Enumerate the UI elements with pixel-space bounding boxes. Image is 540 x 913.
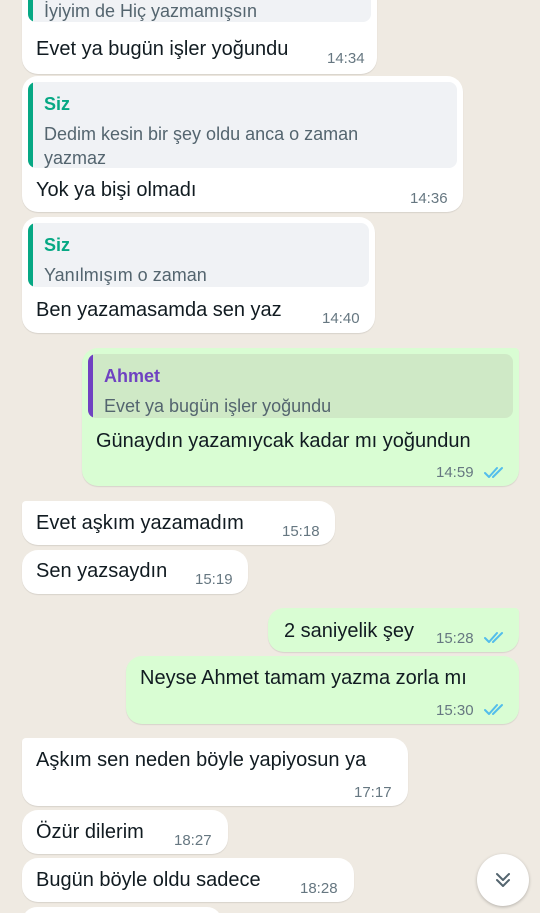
double-check-icon xyxy=(484,467,503,478)
chat-message-list[interactable]: İyiyim de Hiç yazmamışsın Evet ya bugün … xyxy=(0,0,540,913)
message-text: Bugün böyle oldu sadece xyxy=(36,869,261,891)
incoming-message[interactable]: Aşkım sen neden böyle yapiyosun ya 17:17 xyxy=(22,738,408,806)
message-text: Ben yazamasamda sen yaz xyxy=(36,299,282,321)
quote-accent-bar xyxy=(88,354,93,418)
quote-author: Siz xyxy=(44,235,71,255)
incoming-message-partial[interactable] xyxy=(22,907,222,913)
message-time: 15:18 xyxy=(282,523,320,540)
quote-text: Yanılmışım o zaman xyxy=(44,265,207,285)
scroll-to-bottom-button[interactable] xyxy=(477,854,529,906)
message-text: Neyse Ahmet tamam yazma zorla mı xyxy=(140,667,467,689)
double-chevron-down-icon xyxy=(496,873,510,887)
message-text: Sen yazsaydın xyxy=(36,560,168,582)
double-check-icon xyxy=(484,704,503,715)
message-time: 14:40 xyxy=(322,310,360,327)
quoted-message[interactable]: Ahmet Evet ya bugün işler yoğundu xyxy=(88,354,513,418)
incoming-message[interactable]: Evet aşkım yazamadım 15:18 xyxy=(22,501,335,545)
quoted-message[interactable]: Siz Dedim kesin bir şey oldu anca o zama… xyxy=(28,82,457,168)
message-time: 15:19 xyxy=(195,571,233,588)
incoming-message[interactable]: Bugün böyle oldu sadece 18:28 xyxy=(22,858,354,902)
quote-text: İyiyim de Hiç yazmamışsın xyxy=(44,1,258,21)
quote-accent-bar xyxy=(28,82,33,168)
quote-text: Evet ya bugün işler yoğundu xyxy=(104,396,332,416)
outgoing-message[interactable]: Ahmet Evet ya bugün işler yoğundu Günayd… xyxy=(82,348,519,486)
quote-author: Ahmet xyxy=(104,366,161,386)
message-time: 18:27 xyxy=(174,832,212,849)
incoming-message[interactable]: Sen yazsaydın 15:19 xyxy=(22,550,248,594)
message-time: 14:59 xyxy=(436,464,474,481)
incoming-message[interactable]: İyiyim de Hiç yazmamışsın Evet ya bugün … xyxy=(22,0,377,74)
message-text: Günaydın yazamıycak kadar mı yoğundun xyxy=(96,430,471,452)
message-text: Evet aşkım yazamadım xyxy=(36,512,244,534)
quote-text: Dedim kesin bir şey oldu anca o zaman ya… xyxy=(44,124,359,168)
message-time: 18:28 xyxy=(300,880,338,897)
outgoing-message[interactable]: 2 saniyelik şey 15:28 xyxy=(268,608,519,652)
message-text: Evet ya bugün işler yoğundu xyxy=(36,38,289,60)
quote-accent-bar xyxy=(28,223,33,287)
quoted-message[interactable]: İyiyim de Hiç yazmamışsın xyxy=(28,0,371,22)
double-check-icon xyxy=(484,632,503,643)
message-text: Yok ya bişi olmadı xyxy=(36,179,197,201)
incoming-message[interactable]: Özür dilerim 18:27 xyxy=(22,810,228,854)
message-time: 15:28 xyxy=(436,630,474,647)
quoted-message[interactable]: Siz Yanılmışım o zaman xyxy=(28,223,369,287)
incoming-message[interactable]: Siz Dedim kesin bir şey oldu anca o zama… xyxy=(22,76,463,212)
message-time: 15:30 xyxy=(436,702,474,719)
message-time: 17:17 xyxy=(354,784,392,801)
incoming-message[interactable]: Siz Yanılmışım o zaman Ben yazamasamda s… xyxy=(22,217,375,333)
message-text: Aşkım sen neden böyle yapiyosun ya xyxy=(36,749,367,771)
message-text: Özür dilerim xyxy=(36,821,144,843)
message-time: 14:34 xyxy=(327,50,365,67)
quote-accent-bar xyxy=(28,0,33,22)
message-time: 14:36 xyxy=(410,190,448,207)
outgoing-message[interactable]: Neyse Ahmet tamam yazma zorla mı 15:30 xyxy=(126,656,519,724)
message-text: 2 saniyelik şey xyxy=(284,620,415,642)
quote-author: Siz xyxy=(44,94,71,114)
